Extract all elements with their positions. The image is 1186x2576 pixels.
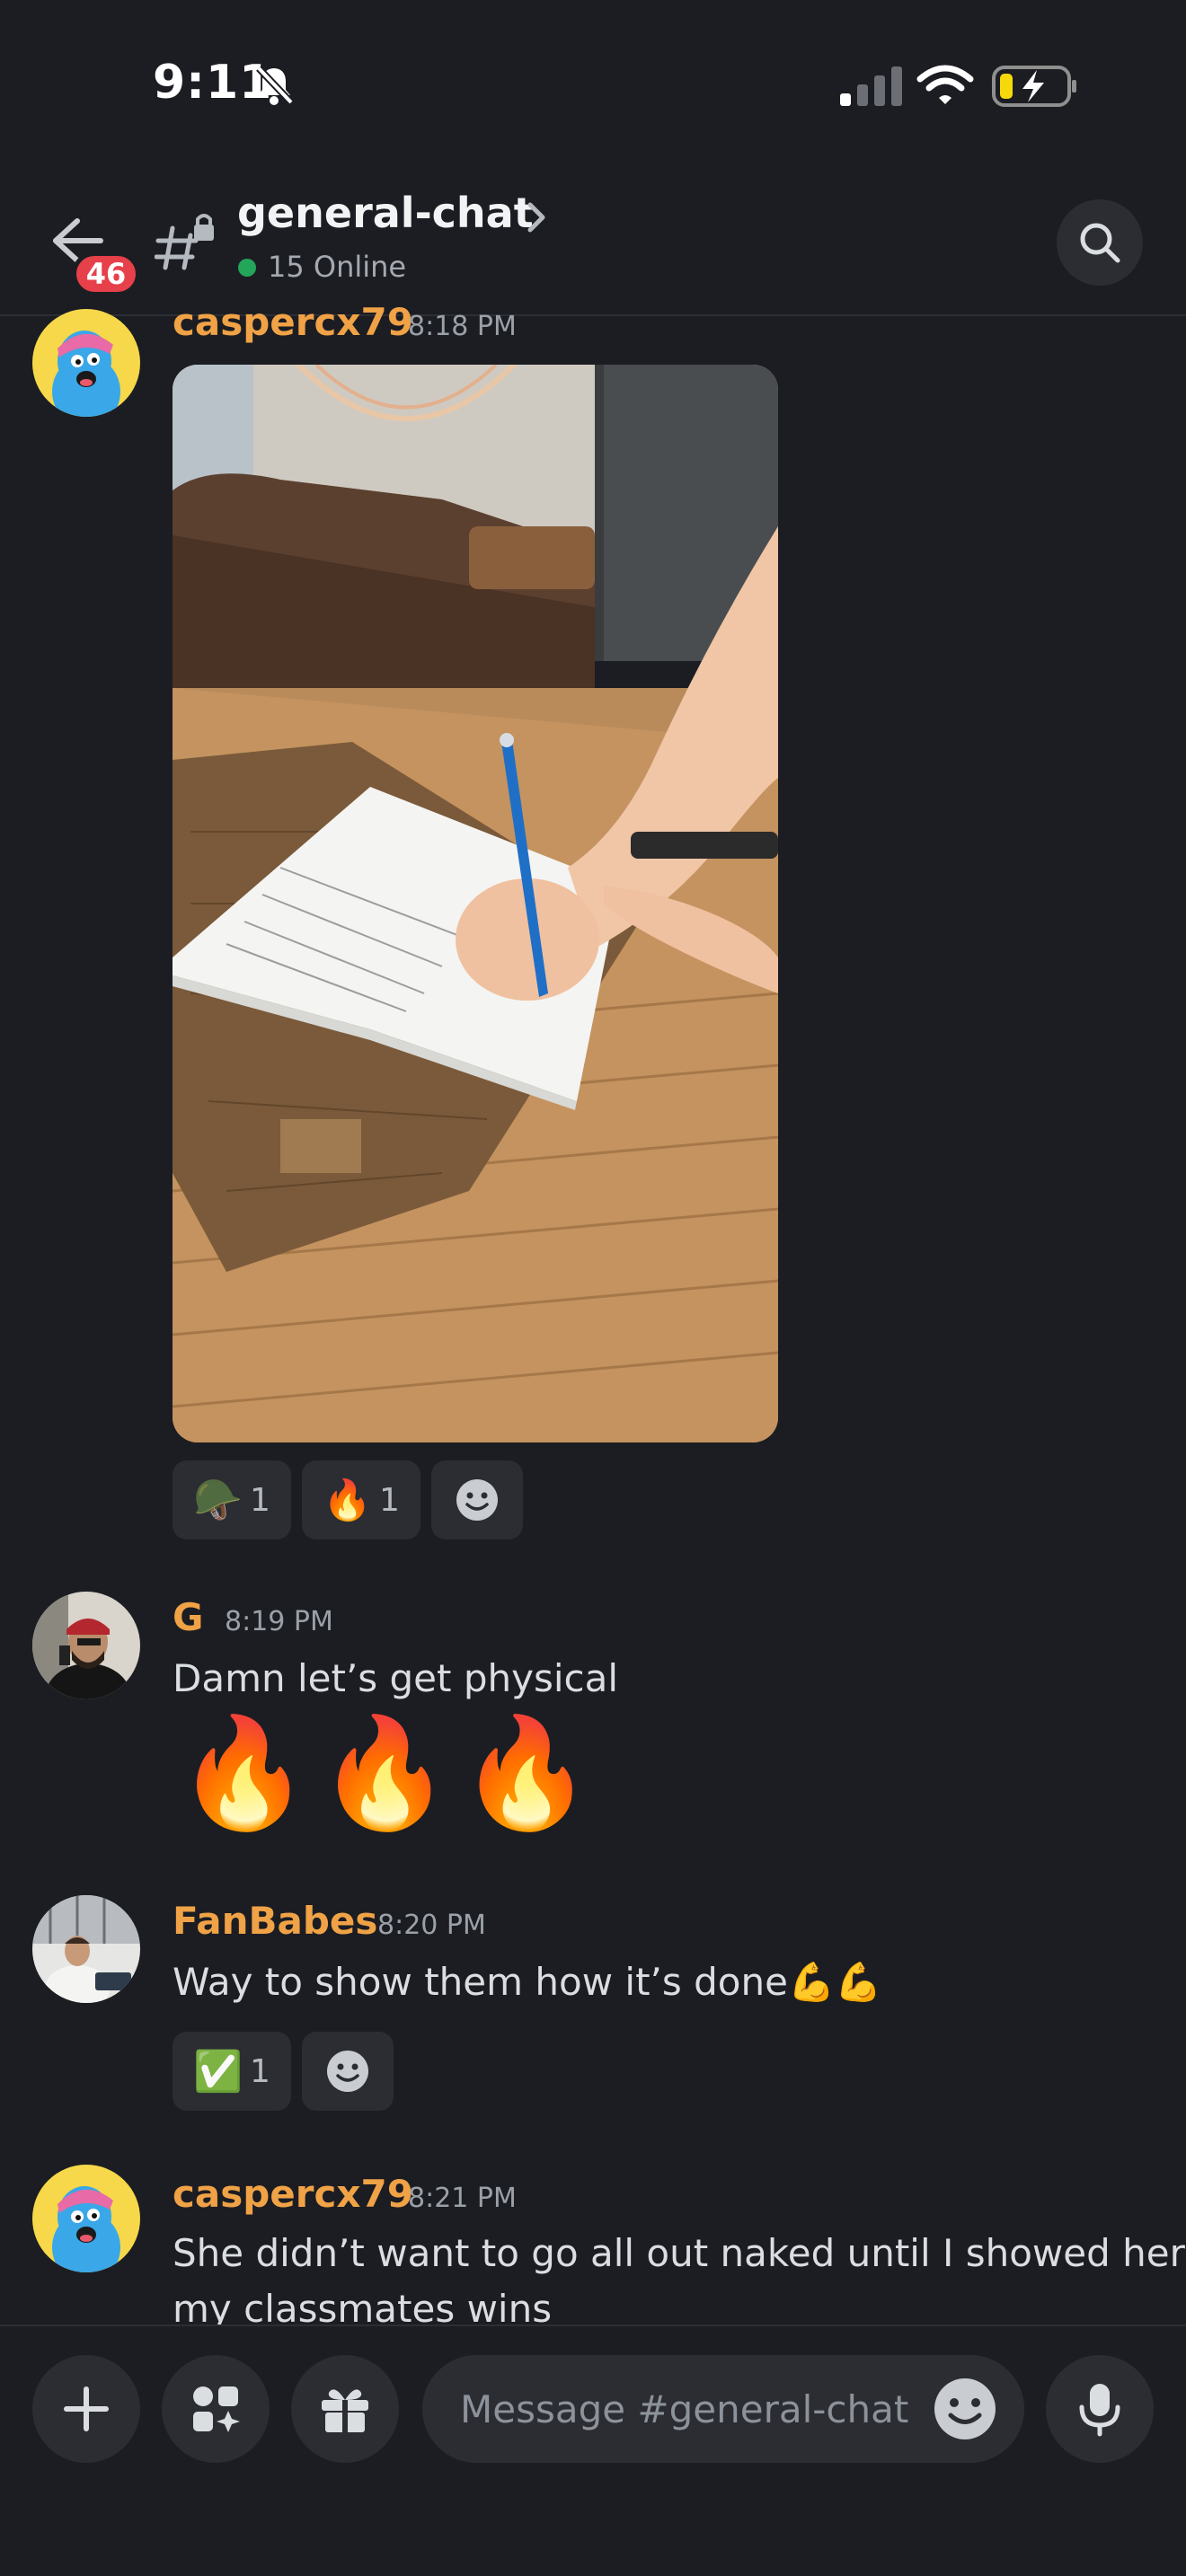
- message-timestamp: 8:21 PM: [408, 2183, 517, 2214]
- gift-icon: [322, 2389, 368, 2432]
- battery-charging-icon: [992, 66, 1076, 107]
- message-username[interactable]: caspercx79: [173, 2172, 413, 2216]
- attach-plus-button[interactable]: [32, 2355, 140, 2463]
- message-input-placeholder: Message #general-chat: [460, 2386, 909, 2431]
- reaction-helmet[interactable]: 🪖 1: [173, 1460, 291, 1539]
- apps-button[interactable]: [162, 2355, 270, 2463]
- online-count: 15 Online: [268, 250, 407, 284]
- add-reaction-icon: [327, 2051, 368, 2092]
- signal-icon: [840, 66, 902, 106]
- online-indicator: [238, 259, 256, 277]
- microphone-icon: [1079, 2384, 1120, 2437]
- reaction-fire[interactable]: 🔥 1: [302, 1460, 420, 1539]
- search-icon: [1080, 223, 1120, 263]
- message-timestamp: 8:20 PM: [377, 1910, 486, 1941]
- big-fire-emoji: 🔥🔥🔥: [176, 1711, 601, 1836]
- fire-emoji: 🔥: [323, 1478, 372, 1523]
- message-text: Damn let’s get physical: [173, 1656, 619, 1700]
- reaction-count: 1: [378, 1481, 400, 1519]
- bell-slash-icon: [256, 66, 294, 105]
- avatar-fanbabes[interactable]: [32, 1895, 140, 2003]
- check-mark-emoji: ✅: [193, 2049, 243, 2095]
- add-reaction-button[interactable]: [431, 1460, 523, 1539]
- search-button[interactable]: [1057, 199, 1143, 286]
- apps-icon: [193, 2386, 240, 2432]
- message-timestamp: 8:18 PM: [408, 311, 517, 342]
- avatar-caspercx79[interactable]: [32, 2165, 140, 2272]
- avatar-g[interactable]: [32, 1592, 140, 1699]
- military-helmet-emoji: 🪖: [193, 1478, 243, 1523]
- hash-lock-icon: [155, 214, 214, 270]
- message-username[interactable]: FanBabes: [173, 1899, 377, 1943]
- message-text-line: She didn’t want to go all out naked unti…: [173, 2231, 1185, 2275]
- chevron-right-icon[interactable]: [525, 199, 550, 235]
- reaction-check[interactable]: ✅ 1: [173, 2032, 291, 2111]
- message-image-attachment[interactable]: [173, 365, 778, 1442]
- gift-button[interactable]: [291, 2355, 399, 2463]
- plus-icon: [64, 2386, 109, 2431]
- emoji-button[interactable]: [933, 2377, 997, 2441]
- message-username[interactable]: G: [173, 1595, 203, 1639]
- emoji-icon: [934, 2378, 996, 2439]
- message-timestamp: 8:19 PM: [225, 1606, 333, 1637]
- add-reaction-icon: [456, 1479, 498, 1521]
- unread-badge: 46: [72, 251, 140, 296]
- avatar-caspercx79[interactable]: [32, 309, 140, 417]
- wifi-icon: [916, 65, 974, 104]
- voice-message-button[interactable]: [1046, 2355, 1154, 2463]
- message-username[interactable]: caspercx79: [173, 300, 413, 344]
- composer-divider: [0, 2325, 1186, 2326]
- add-reaction-button[interactable]: [302, 2032, 394, 2111]
- message-text: Way to show them how it’s done💪💪: [173, 1960, 882, 2004]
- channel-name[interactable]: general-chat: [237, 189, 534, 237]
